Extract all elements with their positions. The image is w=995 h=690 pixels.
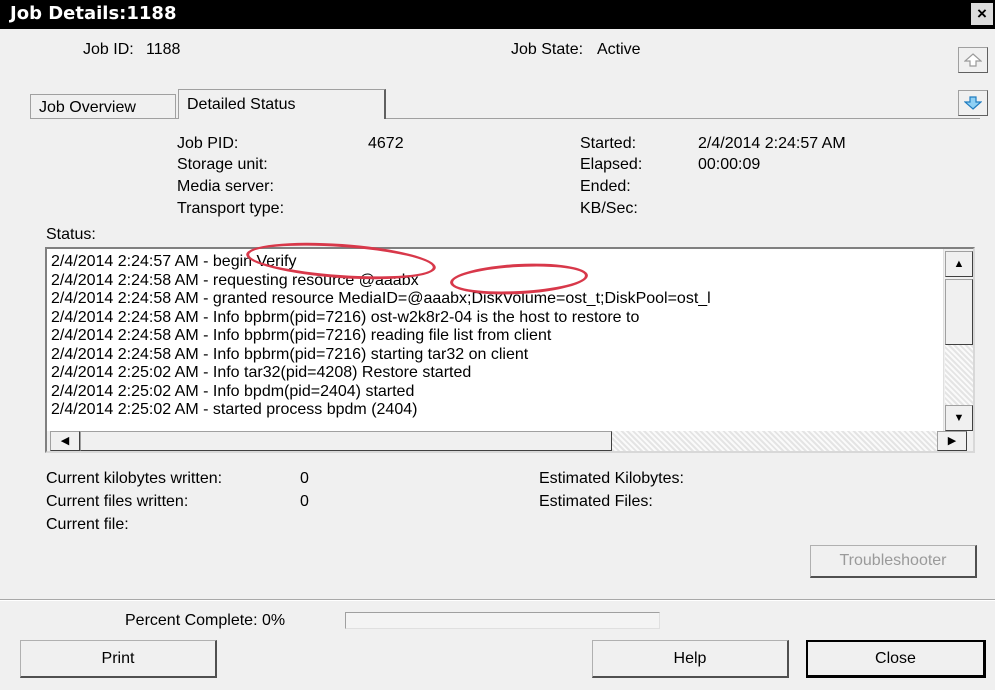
storage-unit-label: Storage unit: [177, 156, 268, 173]
horizontal-scroll-track[interactable] [612, 431, 937, 451]
job-state-label: Job State: [511, 41, 584, 58]
scroll-left-button[interactable]: ◀ [50, 431, 80, 451]
percent-complete-label: Percent Complete: 0% [125, 612, 286, 629]
tab-detailed-status[interactable]: Detailed Status [178, 89, 386, 119]
status-line: 2/4/2014 2:24:58 AM - granted resource M… [51, 290, 711, 307]
triangle-left-icon: ◀ [60, 435, 70, 447]
started-value: 2/4/2014 2:24:57 AM [698, 135, 846, 152]
print-button[interactable]: Print [20, 640, 217, 678]
job-id-label: Job ID: [83, 41, 134, 58]
scroll-up-button[interactable]: ▲ [945, 251, 973, 277]
title-bar[interactable]: Job Details:1188 × [0, 0, 995, 29]
job-id-value: 1188 [146, 41, 181, 58]
status-line: 2/4/2014 2:25:02 AM - started process bp… [51, 401, 418, 418]
tab-panel-border [30, 118, 980, 119]
estimated-kb-label: Estimated Kilobytes: [539, 470, 684, 487]
progress-bar [345, 612, 660, 629]
kb-written-label: Current kilobytes written: [46, 470, 223, 487]
arrow-down-icon [963, 96, 983, 110]
troubleshooter-button[interactable]: Troubleshooter [810, 545, 977, 578]
status-line: 2/4/2014 2:24:58 AM - Info bpbrm(pid=721… [51, 345, 529, 363]
elapsed-label: Elapsed: [580, 156, 643, 173]
triangle-right-icon: ▶ [947, 435, 957, 447]
vertical-scrollbar[interactable]: ▲ ▼ [943, 249, 973, 433]
status-line: 2/4/2014 2:24:58 AM - Info bpbrm(pid=721… [51, 308, 640, 326]
kb-written-value: 0 [300, 470, 309, 487]
status-label: Status: [46, 226, 96, 243]
horizontal-scrollbar[interactable]: ◀ ▶ [47, 431, 973, 451]
window-title: Job Details:1188 [10, 3, 177, 24]
transport-type-label: Transport type: [177, 200, 285, 217]
current-file-label: Current file: [46, 516, 129, 533]
status-line: 2/4/2014 2:25:02 AM - Info tar32(pid=420… [51, 364, 472, 381]
job-pid-value: 4672 [368, 135, 404, 152]
job-details-window: Job Details:1188 × Job ID: 1188 Job Stat… [0, 0, 995, 690]
status-line: 2/4/2014 2:24:58 AM - Info bpbrm(pid=721… [51, 327, 552, 344]
triangle-down-icon: ▼ [953, 412, 965, 424]
status-log[interactable]: 2/4/2014 2:24:57 AM - begin Verify 2/4/2… [45, 247, 975, 453]
ended-label: Ended: [580, 178, 631, 195]
vertical-scroll-track[interactable] [945, 345, 973, 405]
close-button[interactable]: Close [806, 640, 986, 678]
status-lines: 2/4/2014 2:24:57 AM - begin Verify 2/4/2… [51, 253, 711, 420]
elapsed-value: 00:00:09 [698, 156, 761, 173]
arrow-up-icon [963, 53, 983, 67]
status-line: 2/4/2014 2:24:57 AM - begin Verify [51, 253, 297, 270]
horizontal-scroll-thumb[interactable] [80, 431, 612, 451]
bottom-separator [0, 599, 995, 601]
media-server-label: Media server: [177, 178, 274, 195]
previous-job-button[interactable] [958, 47, 988, 73]
tab-job-overview[interactable]: Job Overview [30, 94, 176, 119]
close-icon[interactable]: × [971, 3, 993, 25]
job-pid-label: Job PID: [177, 135, 239, 152]
kbsec-label: KB/Sec: [580, 200, 638, 217]
scroll-down-button[interactable]: ▼ [945, 405, 973, 431]
files-written-value: 0 [300, 493, 309, 510]
files-written-label: Current files written: [46, 493, 189, 510]
status-line: 2/4/2014 2:25:02 AM - Info bpdm(pid=2404… [51, 382, 415, 400]
estimated-files-label: Estimated Files: [539, 493, 653, 510]
next-job-button[interactable] [958, 90, 988, 116]
triangle-up-icon: ▲ [953, 258, 965, 270]
started-label: Started: [580, 135, 637, 152]
help-button[interactable]: Help [592, 640, 789, 678]
job-state-value: Active [597, 41, 641, 58]
scroll-right-button[interactable]: ▶ [937, 431, 967, 451]
vertical-scroll-thumb[interactable] [945, 279, 973, 345]
status-line: 2/4/2014 2:24:58 AM - requesting resourc… [51, 271, 419, 289]
